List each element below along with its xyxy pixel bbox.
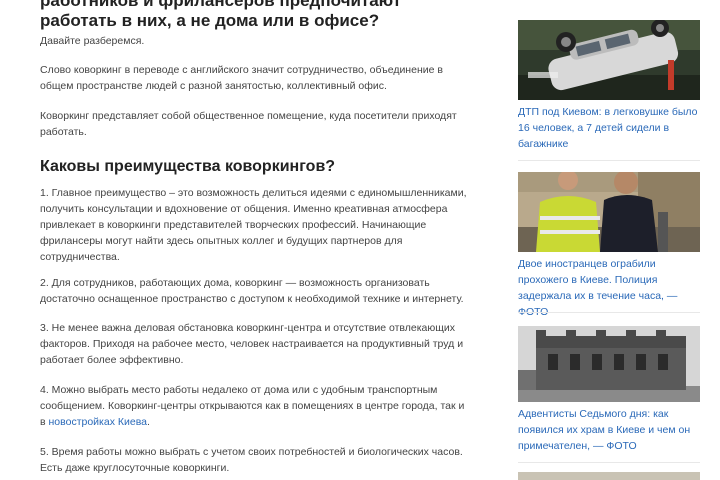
news-caption-adventist-church[interactable]: Адвентисты Седьмого дня: как появился их… — [518, 406, 700, 454]
news-item-robbery[interactable]: Двое иностранцев ограбили прохожего в Ки… — [518, 172, 700, 320]
advantage-item-3: 3. Не менее важна деловая обстановка ков… — [40, 322, 464, 366]
accident-photo[interactable] — [518, 20, 700, 100]
advantage-item-2: 2. Для сотрудников, работающих дома, ков… — [40, 277, 464, 305]
paragraph-description: Коворкинг представляет собой общественно… — [40, 110, 457, 138]
news-caption-robbery[interactable]: Двое иностранцев ограбили прохожего в Ки… — [518, 256, 700, 320]
robbery-photo[interactable] — [518, 172, 700, 252]
news-item-next-thumbnail[interactable] — [518, 472, 700, 480]
advantage-item-1: 1. Главное преимущество – это возможност… — [40, 187, 467, 263]
section-heading: Каковы преимущества коворкингов? — [40, 158, 336, 175]
divider — [518, 462, 700, 463]
advantage-item-4-end: . — [147, 416, 150, 428]
advantage-item-5: 5. Время работы можно выбрать с учетом с… — [40, 446, 463, 474]
paragraph-intro: Давайте разберемся. — [40, 35, 145, 47]
advantage-item-4: 4. Можно выбрать место работы недалеко о… — [40, 382, 468, 430]
church-photo[interactable] — [518, 326, 700, 402]
next-news-photo[interactable] — [518, 472, 700, 480]
paragraph-definition: Слово коворкинг в переводе с английского… — [40, 64, 443, 92]
new-buildings-kyiv-link[interactable]: новостройках Киева — [49, 416, 148, 428]
news-item-adventist-church[interactable]: Адвентисты Седьмого дня: как появился их… — [518, 326, 700, 454]
news-item-accident[interactable]: ДТП под Киевом: в легковушке было 16 чел… — [518, 20, 700, 152]
divider — [518, 312, 700, 313]
news-caption-accident[interactable]: ДТП под Киевом: в легковушке было 16 чел… — [518, 104, 700, 152]
divider — [518, 160, 700, 161]
article-title: работников и фрилансеров предпочитают ра… — [40, 0, 402, 30]
